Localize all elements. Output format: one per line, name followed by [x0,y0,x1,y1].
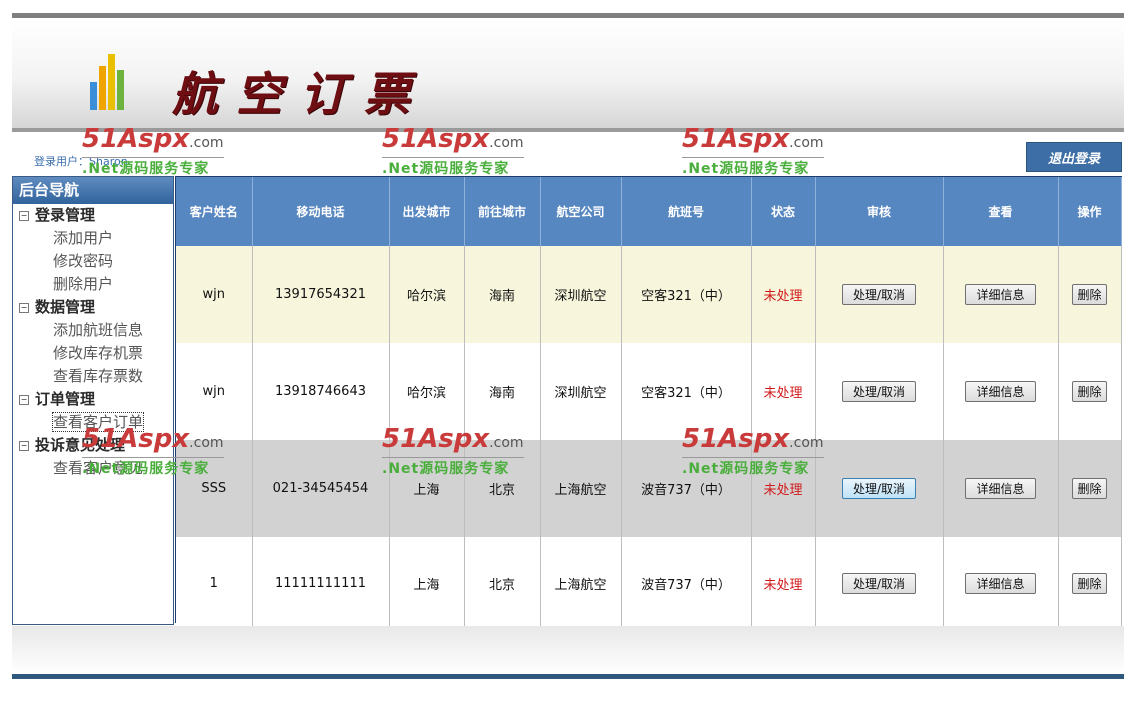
cell-from: 哈尔滨 [389,246,465,343]
cell-review: 处理/取消 [815,246,944,343]
collapse-icon[interactable]: − [19,440,29,451]
cell-status: 未处理 [751,246,816,343]
collapse-icon[interactable]: − [19,302,29,313]
menu-group-data[interactable]: − 数据管理 [13,296,173,319]
column-header: 航班号 [621,177,752,246]
review-button[interactable]: 处理/取消 [841,381,917,402]
column-header: 前往城市 [464,177,541,246]
cell-status: 未处理 [751,537,816,629]
menu-item-delete-user[interactable]: 删除用户 [13,273,173,296]
menu-item-view-orders[interactable]: 查看客户订单 [13,411,173,434]
login-user-label: 登录用户： [34,155,89,168]
orders-table: 客户姓名 移动电话 出发城市 前往城市 航空公司 航班号 状态 审核 查看 操作… [175,176,1122,629]
cell-flight: 波音737（中） [621,440,752,537]
details-button[interactable]: 详细信息 [965,478,1036,499]
page-title: 航空订票 [172,67,428,121]
column-header: 出发城市 [389,177,465,246]
cell-to: 北京 [464,537,541,629]
details-button[interactable]: 详细信息 [965,381,1036,402]
cell-name: wjn [176,343,253,440]
cell-action: 删除 [1058,343,1122,440]
table-row: wjn 13917654321 哈尔滨 海南 深圳航空 空客321（中） 未处理… [176,246,1122,343]
delete-button[interactable]: 删除 [1072,284,1107,305]
table-row: SSS 021-34545454 上海 北京 上海航空 波音737（中） 未处理… [176,440,1122,537]
cell-action: 删除 [1058,537,1122,629]
column-header: 航空公司 [540,177,622,246]
column-header: 查看 [943,177,1059,246]
menu-group-login[interactable]: − 登录管理 [13,204,173,227]
cell-phone: 021-34545454 [252,440,390,537]
table-row: 1 11111111111 上海 北京 上海航空 波音737（中） 未处理 处理… [176,537,1122,629]
table-header-row: 客户姓名 移动电话 出发城市 前往城市 航空公司 航班号 状态 审核 查看 操作 [176,177,1122,246]
cell-status: 未处理 [751,343,816,440]
column-header: 审核 [815,177,944,246]
login-user-info: 登录用户：Sharon [34,153,128,169]
menu-group-orders[interactable]: − 订单管理 [13,388,173,411]
watermark-logo: 51Aspx.com .Net源码服务专家 [682,124,824,177]
details-button[interactable]: 详细信息 [965,284,1036,305]
cell-action: 删除 [1058,246,1122,343]
cell-review: 处理/取消 [815,537,944,629]
cell-flight: 空客321（中） [621,246,752,343]
details-button[interactable]: 详细信息 [965,572,1036,594]
cell-to: 海南 [464,343,541,440]
collapse-icon[interactable]: − [19,210,29,221]
menu-item-add-user[interactable]: 添加用户 [13,227,173,250]
menu-item-view-stock[interactable]: 查看库存票数 [13,365,173,388]
cell-airline: 上海航空 [540,440,622,537]
cell-to: 海南 [464,246,541,343]
cell-phone: 11111111111 [252,537,390,629]
menu-item-edit-stock[interactable]: 修改库存机票 [13,342,173,365]
column-header: 操作 [1058,177,1122,246]
cell-airline: 上海航空 [540,537,622,629]
cell-flight: 波音737（中） [621,537,752,629]
footer-border [12,674,1124,679]
delete-button[interactable]: 删除 [1072,381,1107,402]
sidebar-title: 后台导航 [13,177,173,204]
cell-from: 上海 [389,537,465,629]
watermark-logo: 51Aspx.com .Net源码服务专家 [382,124,524,177]
cell-view: 详细信息 [943,246,1059,343]
cell-phone: 13918746643 [252,343,390,440]
watermark-logo: 51Aspx.com .Net源码服务专家 [82,124,224,177]
menu-group-complaints[interactable]: − 投诉意见处理 [13,434,173,457]
column-header: 客户姓名 [176,177,253,246]
table-row: wjn 13918746643 哈尔滨 海南 深圳航空 空客321（中） 未处理… [176,343,1122,440]
column-header: 状态 [751,177,816,246]
review-button[interactable]: 处理/取消 [841,478,917,499]
cell-from: 上海 [389,440,465,537]
cell-phone: 13917654321 [252,246,390,343]
collapse-icon[interactable]: − [19,394,29,405]
cell-from: 哈尔滨 [389,343,465,440]
cell-airline: 深圳航空 [540,343,622,440]
menu-item-change-password[interactable]: 修改密码 [13,250,173,273]
cell-review: 处理/取消 [815,343,944,440]
login-user-name: Sharon [89,155,128,168]
cell-name: SSS [176,440,253,537]
sidebar: 后台导航 − 登录管理 添加用户 修改密码 删除用户 − 数据管理 添加航班信息 修… [12,176,174,625]
cell-status: 未处理 [751,440,816,537]
cell-to: 北京 [464,440,541,537]
cell-view: 详细信息 [943,343,1059,440]
cell-action: 删除 [1058,440,1122,537]
delete-button[interactable]: 删除 [1072,572,1107,594]
menu-item-add-flight[interactable]: 添加航班信息 [13,319,173,342]
cell-review: 处理/取消 [815,440,944,537]
header-divider [12,128,1124,132]
cell-view: 详细信息 [943,537,1059,629]
cell-name: wjn [176,246,253,343]
cell-name: 1 [176,537,253,629]
footer-band [12,626,1124,674]
column-header: 移动电话 [252,177,390,246]
delete-button[interactable]: 删除 [1072,478,1107,499]
menu-item-view-feedback[interactable]: 查看客户意见 [13,457,173,480]
review-button[interactable]: 处理/取消 [841,284,917,305]
logout-button[interactable]: 退出登录 [1026,142,1122,172]
cell-flight: 空客321（中） [621,343,752,440]
bar-chart-logo-icon [90,54,124,110]
review-button[interactable]: 处理/取消 [841,572,917,594]
cell-view: 详细信息 [943,440,1059,537]
cell-airline: 深圳航空 [540,246,622,343]
